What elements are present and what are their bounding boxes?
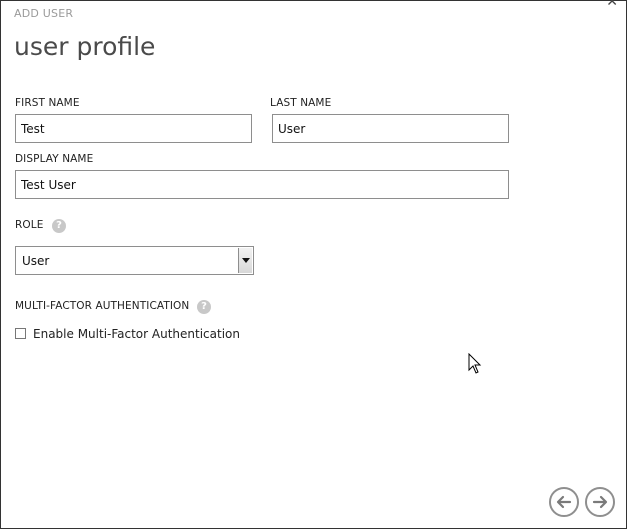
chevron-down-icon[interactable] bbox=[238, 248, 252, 273]
add-user-dialog: ✕ ADD USER user profile FIRST NAME LAST … bbox=[0, 0, 627, 529]
back-button[interactable] bbox=[549, 487, 579, 517]
arrow-left-icon bbox=[556, 495, 572, 509]
close-icon[interactable]: ✕ bbox=[606, 0, 618, 9]
role-select-value: User bbox=[22, 254, 50, 268]
page-title: user profile bbox=[14, 32, 156, 61]
next-button[interactable] bbox=[585, 487, 615, 517]
first-name-field[interactable] bbox=[15, 114, 252, 143]
arrow-right-icon bbox=[592, 495, 608, 509]
role-help-icon[interactable]: ? bbox=[52, 219, 66, 233]
dialog-eyebrow: ADD USER bbox=[14, 7, 74, 20]
mfa-checkbox[interactable] bbox=[15, 328, 26, 339]
display-name-field[interactable] bbox=[15, 170, 509, 199]
last-name-field[interactable] bbox=[272, 114, 509, 143]
last-name-label: LAST NAME bbox=[270, 97, 332, 109]
mouse-cursor-icon bbox=[468, 353, 482, 374]
first-name-label: FIRST NAME bbox=[15, 97, 80, 109]
mfa-help-icon[interactable]: ? bbox=[197, 300, 211, 314]
mfa-checkbox-label[interactable]: Enable Multi-Factor Authentication bbox=[33, 327, 240, 341]
mfa-label: MULTI-FACTOR AUTHENTICATION bbox=[15, 300, 190, 312]
display-name-label: DISPLAY NAME bbox=[15, 153, 94, 165]
role-label: ROLE bbox=[15, 219, 44, 231]
role-select[interactable]: User bbox=[15, 246, 254, 275]
